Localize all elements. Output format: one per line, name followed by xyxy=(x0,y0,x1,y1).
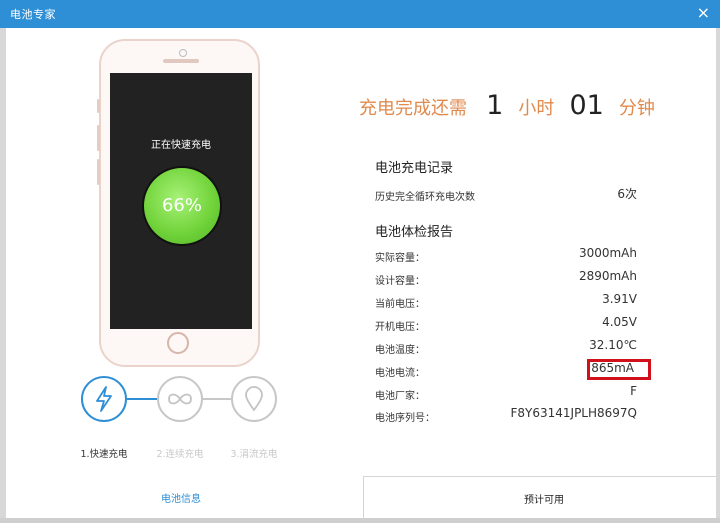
step-label-fast: 1.快速充电 xyxy=(80,449,128,460)
infinity-icon xyxy=(168,393,192,405)
step-trickle-charge[interactable] xyxy=(231,376,277,422)
serial-number-label: 电池序列号： xyxy=(375,413,435,424)
current-highlight-box xyxy=(587,359,651,380)
window-frame-right xyxy=(716,28,720,523)
record-label: 历史完全循环充电次数 xyxy=(375,192,475,203)
battery-percent: 66% xyxy=(161,195,202,216)
step-continuous-charge[interactable] xyxy=(157,376,203,422)
phone-side-button xyxy=(97,125,100,151)
actual-capacity-value: 3000mAh xyxy=(578,246,637,260)
remaining-time: 充电完成还需 1 小时 01 分钟 xyxy=(359,90,655,126)
tab-battery-info[interactable]: 电池信息 xyxy=(6,476,363,518)
speaker-icon xyxy=(163,59,199,63)
battery-info-label[interactable]: 电池信息 xyxy=(161,490,201,505)
health-report-title: 电池体检报告 xyxy=(375,225,454,240)
drop-icon xyxy=(245,386,263,412)
report-row: 当前电压： 3.91V xyxy=(375,292,637,310)
lightning-icon xyxy=(96,386,112,412)
manufacturer-value: F xyxy=(630,384,637,398)
camera-icon xyxy=(179,49,187,57)
report-row: 电池温度： 32.10℃ xyxy=(375,338,637,356)
report-row: 开机电压： 4.05V xyxy=(375,315,637,333)
report-row: 实际容量： 3000mAh xyxy=(375,246,637,264)
phone-screen: 正在快速充电 66% xyxy=(110,73,252,329)
record-row: 历史完全循环充电次数 6次 xyxy=(375,185,637,203)
current-voltage-value: 3.91V xyxy=(602,292,637,306)
step-fast-charge[interactable] xyxy=(81,376,127,422)
temperature-label: 电池温度： xyxy=(375,345,425,356)
phone-side-button xyxy=(97,99,100,113)
current-voltage-label: 当前电压： xyxy=(375,299,425,310)
phone-illustration: 正在快速充电 66% xyxy=(97,39,260,367)
temperature-value: 32.10℃ xyxy=(589,338,637,352)
step-label-trickle: 3.涓流充电 xyxy=(230,449,278,460)
manufacturer-label: 电池厂家： xyxy=(375,391,425,402)
boot-voltage-value: 4.05V xyxy=(602,315,637,329)
window-frame-bottom xyxy=(0,518,720,523)
home-button-icon xyxy=(167,332,189,354)
step-label-continuous: 2.连续充电 xyxy=(156,449,204,460)
record-value: 6次 xyxy=(617,187,637,201)
window-title: 电池专家 xyxy=(10,8,56,21)
title-bar: 电池专家 × xyxy=(0,0,720,28)
charging-status-text: 正在快速充电 xyxy=(151,140,211,151)
minutes-unit: 分钟 xyxy=(618,98,655,119)
report-row: 电池厂家： F xyxy=(375,384,637,402)
hours-unit: 小时 xyxy=(518,98,555,119)
battery-gauge: 66% xyxy=(144,168,220,244)
design-capacity-value: 2890mAh xyxy=(578,269,637,283)
current-label: 电池电流： xyxy=(375,368,425,379)
report-row: 设计容量： 2890mAh xyxy=(375,269,637,287)
remaining-prefix: 充电完成还需 xyxy=(359,98,467,119)
design-capacity-label: 设计容量： xyxy=(375,276,425,287)
remaining-minutes: 01 xyxy=(569,90,604,121)
step-connector xyxy=(127,398,157,400)
estimated-usage-label[interactable]: 预计可用 xyxy=(524,491,564,506)
close-icon[interactable]: × xyxy=(697,3,710,23)
charge-record-title: 电池充电记录 xyxy=(375,161,454,176)
actual-capacity-label: 实际容量： xyxy=(375,253,425,264)
remaining-hours: 1 xyxy=(486,90,504,121)
boot-voltage-label: 开机电压： xyxy=(375,322,425,333)
phone-side-button xyxy=(97,159,100,185)
report-row: 电池序列号： F8Y63141JPLH8697Q xyxy=(375,406,637,424)
tab-estimated-usage[interactable]: 预计可用 xyxy=(363,476,716,518)
step-connector xyxy=(202,398,231,400)
serial-number-value: F8Y63141JPLH8697Q xyxy=(510,406,637,420)
